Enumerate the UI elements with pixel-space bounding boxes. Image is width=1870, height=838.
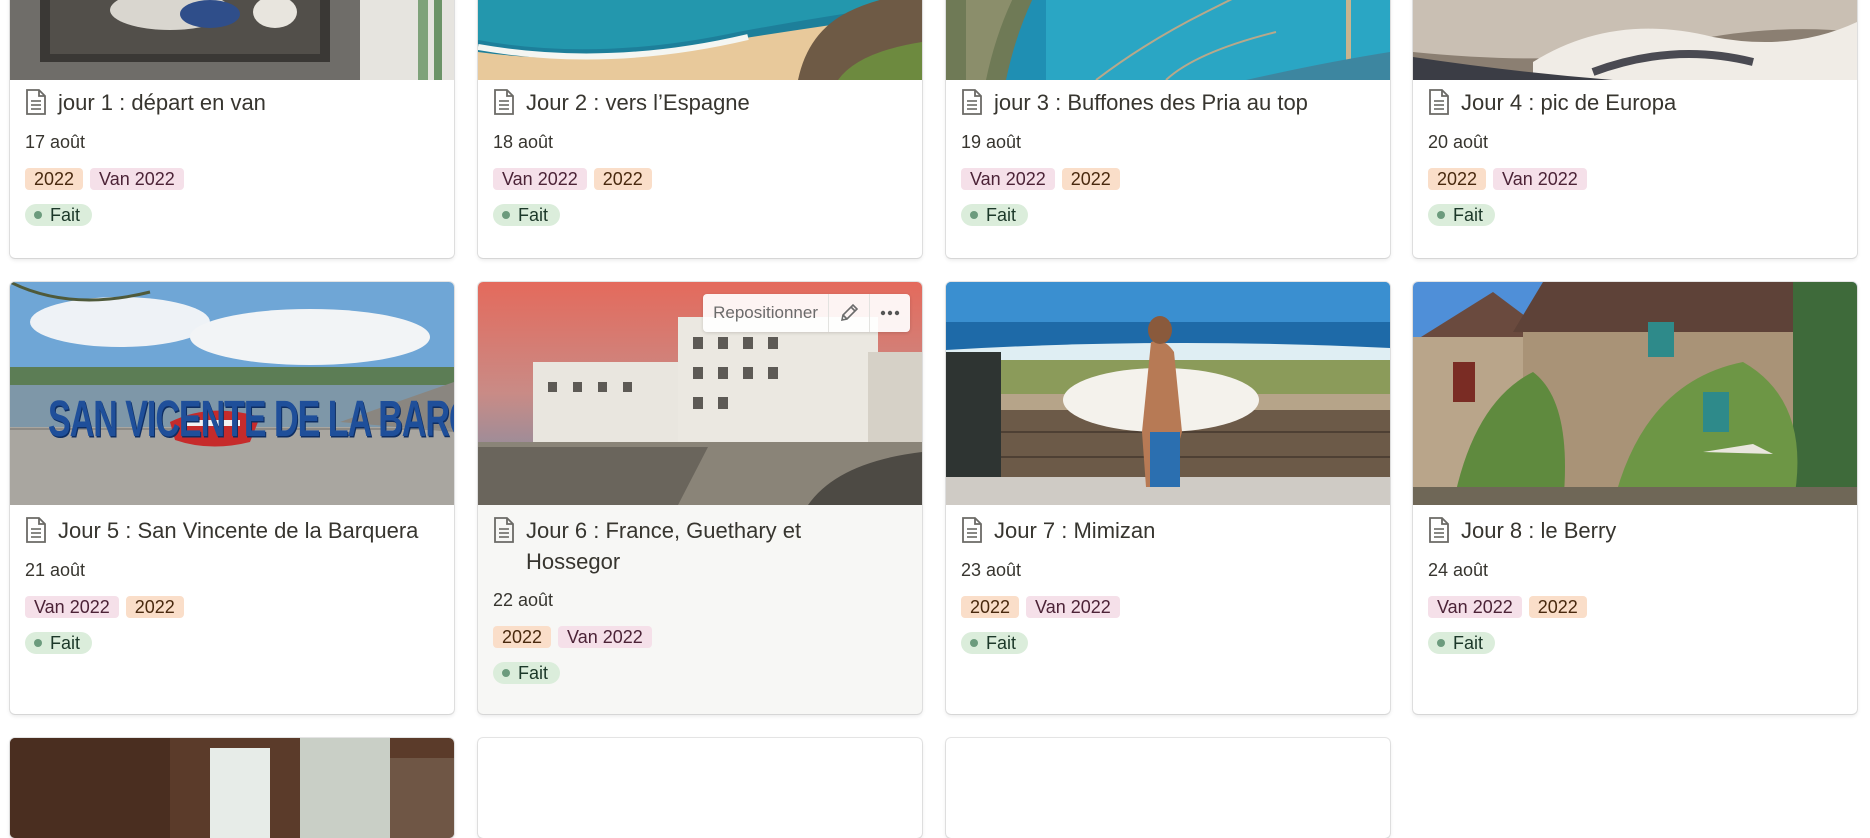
tag-van-2022: Van 2022 (961, 168, 1055, 190)
tag-2022: 2022 (1428, 168, 1487, 190)
card-date: 19 août (961, 132, 1022, 152)
status-dot (502, 211, 510, 219)
status-badge: Fait (961, 204, 1029, 226)
tag-2022: 2022 (125, 596, 184, 618)
gallery-card[interactable]: Jour 8 : le Berry 24 août Van 2022 2022 … (1413, 282, 1857, 714)
gallery-card[interactable]: SAN VICENTE DE LA BARQUERA Jour 5 : San … (10, 282, 454, 714)
card-tags: 2022 Van 2022 (1428, 168, 1587, 190)
gallery-card[interactable]: Repositionner Jour 6 : France, Guethary … (478, 282, 922, 714)
gallery-card[interactable]: jour 1 : départ en van 17 août 2022 Van … (10, 0, 454, 258)
card-title: Jour 4 : pic de Europa (1461, 90, 1677, 115)
gallery-card[interactable] (10, 738, 454, 838)
tag-2022: 2022 (1061, 168, 1120, 190)
page-icon (26, 517, 46, 543)
page-icon (962, 517, 982, 543)
card-cover-image: SAN VICENTE DE LA BARQUERA (10, 282, 454, 505)
page-icon (494, 517, 514, 543)
status-dot (1437, 639, 1445, 647)
cover-hover-toolbar: Repositionner (703, 294, 910, 332)
card-title: Jour 6 : France, Guethary et Hossegor (526, 518, 802, 574)
gallery-card[interactable]: Jour 2 : vers l’Espagne 18 août Van 2022… (478, 0, 922, 258)
status-label: Fait (986, 204, 1017, 225)
card-tags: 2022 Van 2022 (25, 168, 184, 190)
tag-van-2022: Van 2022 (1026, 596, 1120, 618)
status-dot (34, 639, 42, 647)
card-tags: Van 2022 2022 (961, 168, 1120, 190)
card-title: Jour 7 : Mimizan (994, 518, 1156, 543)
tag-van-2022: Van 2022 (1493, 168, 1587, 190)
tag-van-2022: Van 2022 (1428, 596, 1522, 618)
card-cover-image (1413, 282, 1857, 505)
card-date: 21 août (25, 560, 86, 580)
cover-sign-text: SAN VICENTE DE LA BARQUERA (48, 391, 454, 448)
gallery-card[interactable]: Jour 7 : Mimizan 23 août 2022 Van 2022 F… (946, 282, 1390, 714)
card-tags: Van 2022 2022 (493, 168, 652, 190)
card-cover-image (478, 0, 922, 80)
edit-cover-button[interactable] (829, 294, 870, 332)
status-badge: Fait (1428, 632, 1496, 654)
card-title: jour 1 : départ en van (58, 90, 266, 115)
page-icon (494, 89, 514, 115)
status-dot (970, 639, 978, 647)
tag-2022: 2022 (593, 168, 652, 190)
card-title: Jour 8 : le Berry (1461, 518, 1617, 543)
card-cover-image (946, 0, 1390, 80)
card-date: 24 août (1428, 560, 1489, 580)
status-label: Fait (1453, 632, 1484, 653)
page-icon (1429, 89, 1449, 115)
status-badge: Fait (1428, 204, 1496, 226)
card-date: 22 août (493, 590, 554, 610)
card-cover-image (946, 282, 1390, 505)
card-tags: 2022 Van 2022 (493, 626, 652, 648)
status-badge: Fait (493, 662, 561, 684)
status-dot (34, 211, 42, 219)
gallery-card[interactable]: Jour 4 : pic de Europa 20 août 2022 Van … (1413, 0, 1857, 258)
tag-van-2022: Van 2022 (493, 168, 587, 190)
card-title: Jour 5 : San Vincente de la Barquera (58, 518, 419, 543)
tag-2022: 2022 (961, 596, 1020, 618)
status-dot (1437, 211, 1445, 219)
gallery-card[interactable] (478, 738, 922, 838)
card-date: 20 août (1428, 132, 1489, 152)
reposition-button[interactable]: Repositionner (703, 294, 829, 332)
card-date: 23 août (961, 560, 1022, 580)
tag-2022: 2022 (493, 626, 552, 648)
tag-2022: 2022 (1528, 596, 1587, 618)
card-cover-image (1413, 0, 1857, 80)
status-label: Fait (986, 632, 1017, 653)
card-tags: Van 2022 2022 (25, 596, 184, 618)
status-label: Fait (518, 662, 549, 683)
status-label: Fait (50, 204, 81, 225)
status-badge: Fait (25, 632, 93, 654)
status-badge: Fait (961, 632, 1029, 654)
more-options-button[interactable] (870, 294, 910, 332)
card-tags: Van 2022 2022 (1428, 596, 1587, 618)
tag-van-2022: Van 2022 (558, 626, 652, 648)
tag-van-2022: Van 2022 (25, 596, 119, 618)
status-dot (970, 211, 978, 219)
status-label: Fait (1453, 204, 1484, 225)
tag-van-2022: Van 2022 (90, 168, 184, 190)
card-title: Jour 2 : vers l’Espagne (526, 90, 750, 115)
status-badge: Fait (493, 204, 561, 226)
card-tags: 2022 Van 2022 (961, 596, 1120, 618)
card-title: jour 3 : Buffones des Pria au top (994, 90, 1308, 115)
more-horizontal-icon (880, 310, 900, 316)
page-icon (962, 89, 982, 115)
status-label: Fait (50, 632, 81, 653)
card-cover-image (10, 0, 454, 80)
card-date: 18 août (493, 132, 554, 152)
pencil-icon (840, 303, 859, 322)
gallery-card[interactable] (946, 738, 1390, 838)
status-dot (502, 669, 510, 677)
card-date: 17 août (25, 132, 86, 152)
page-icon (1429, 517, 1449, 543)
status-label: Fait (518, 204, 549, 225)
tag-2022: 2022 (25, 168, 84, 190)
status-badge: Fait (25, 204, 93, 226)
card-cover-image (10, 738, 454, 838)
page-icon (26, 89, 46, 115)
gallery-card[interactable]: jour 3 : Buffones des Pria au top 19 aoû… (946, 0, 1390, 258)
